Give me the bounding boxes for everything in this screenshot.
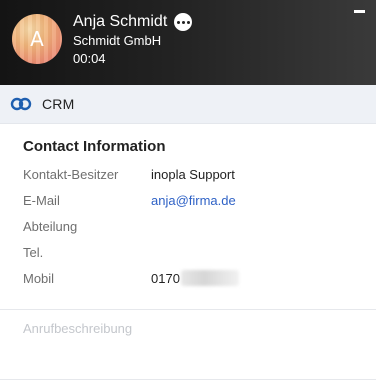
avatar-initial: A	[30, 27, 44, 51]
owner-value: inopla Support	[151, 167, 235, 182]
department-label: Abteilung	[23, 219, 78, 234]
phone-label: Tel.	[23, 245, 44, 260]
crm-title: CRM	[42, 96, 75, 112]
minimize-icon[interactable]	[354, 10, 365, 13]
call-header: A Anja Schmidt Schmidt GmbH 00:04	[0, 0, 376, 85]
crm-header: CRM	[0, 85, 376, 123]
redacted-mobile-digits	[181, 270, 239, 286]
call-timer: 00:04	[73, 51, 106, 66]
mobile-value: 0170	[151, 271, 180, 286]
description-divider	[0, 309, 376, 310]
caller-company: Schmidt GmbH	[73, 33, 162, 48]
call-description-input[interactable]	[23, 319, 353, 337]
email-label: E-Mail	[23, 193, 60, 208]
crm-divider	[0, 123, 376, 124]
contact-section-title: Contact Information	[23, 138, 166, 155]
caller-name: Anja Schmidt	[73, 13, 168, 30]
mobile-label: Mobil	[23, 271, 55, 286]
owner-label: Kontakt-Besitzer	[23, 167, 119, 182]
crm-link-icon	[10, 97, 32, 111]
email-link[interactable]: anja@firma.de	[151, 193, 236, 208]
avatar: A	[12, 14, 62, 64]
more-options-icon[interactable]	[174, 13, 193, 31]
caller-name-row: Anja Schmidt	[73, 13, 193, 31]
